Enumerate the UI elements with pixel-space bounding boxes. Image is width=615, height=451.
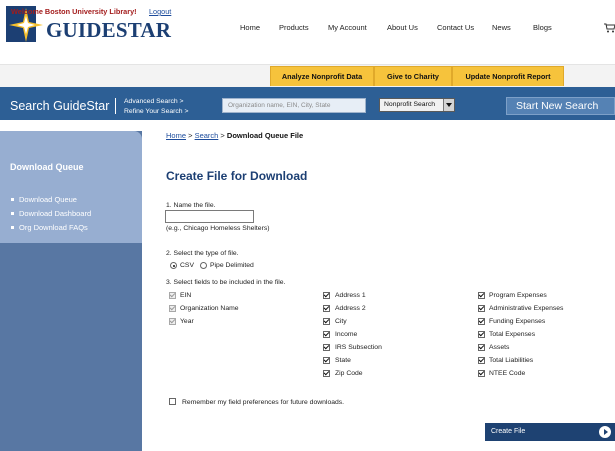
field-label: City	[335, 318, 347, 325]
remember-preferences-label: Remember my field preferences for future…	[182, 399, 345, 406]
nav-news[interactable]: News	[492, 23, 511, 32]
nav-home[interactable]: Home	[240, 23, 260, 32]
checkbox-ein	[169, 292, 176, 299]
field-label: Assets	[489, 344, 510, 351]
cart-icon[interactable]	[604, 23, 615, 33]
sidebar-item-label: Download Dashboard	[19, 209, 92, 218]
breadcrumb-current: Download Queue File	[226, 131, 304, 140]
tab-update-nonprofit-report[interactable]: Update Nonprofit Report	[452, 66, 564, 86]
search-type-value: Nonprofit Search	[384, 101, 436, 108]
step2-label: 2. Select the type of file.	[166, 250, 239, 257]
breadcrumb-search[interactable]: Search	[195, 131, 219, 140]
checkbox-city[interactable]	[323, 318, 330, 325]
sidebar-item-label: Org Download FAQs	[19, 223, 88, 232]
field-label: Income	[335, 331, 358, 338]
nav-my-account[interactable]: My Account	[328, 23, 367, 32]
field-label: Organization Name	[180, 305, 239, 312]
bullet-icon	[11, 225, 14, 229]
field-label: State	[335, 357, 351, 364]
tab-analyze-nonprofit-data[interactable]: Analyze Nonprofit Data	[270, 66, 374, 86]
search-title: Search GuideStar	[10, 99, 110, 113]
field-label: Address 2	[335, 305, 366, 312]
file-name-input[interactable]	[165, 210, 254, 223]
sidebar-spacer	[0, 120, 142, 131]
breadcrumb-home[interactable]: Home	[166, 131, 186, 140]
nav-blogs[interactable]: Blogs	[533, 23, 552, 32]
radio-pipe-delimited[interactable]	[200, 262, 207, 269]
radio-pipe-delimited-label: Pipe Delimited	[210, 262, 254, 269]
field-label: Funding Expenses	[489, 318, 546, 325]
nav-about-us[interactable]: About Us	[387, 23, 418, 32]
bullet-icon	[11, 197, 14, 201]
create-file-label: Create File	[491, 428, 526, 435]
field-label: Zip Code	[335, 370, 363, 377]
sidebar-item-download-queue[interactable]: Download Queue	[11, 195, 77, 204]
search-type-select[interactable]: Nonprofit Search	[379, 98, 455, 112]
checkbox-total-liabilities[interactable]	[478, 357, 485, 364]
checkbox-administrative-expenses[interactable]	[478, 305, 485, 312]
step1-label: 1. Name the file.	[166, 202, 216, 209]
checkbox-irs-subsection[interactable]	[323, 344, 330, 351]
field-label: Address 1	[335, 292, 366, 299]
search-divider	[115, 98, 116, 114]
checkbox-year	[169, 318, 176, 325]
field-label: Year	[180, 318, 194, 325]
bullet-icon	[11, 211, 14, 215]
checkbox-ntee-code[interactable]	[478, 370, 485, 377]
field-label: IRS Subsection	[335, 344, 382, 351]
checkbox-income[interactable]	[323, 331, 330, 338]
chevron-down-icon	[443, 99, 454, 111]
sidebar-item-org-download-faqs[interactable]: Org Download FAQs	[11, 223, 88, 232]
step3-label: 3. Select fields to be included in the f…	[166, 279, 286, 286]
checkbox-assets[interactable]	[478, 344, 485, 351]
top-nav: Home Products My Account About Us Contac…	[0, 23, 615, 35]
breadcrumb: Home > Search > Download Queue File	[166, 131, 303, 140]
checkbox-total-expenses[interactable]	[478, 331, 485, 338]
field-label: NTEE Code	[489, 370, 526, 377]
start-new-search-button[interactable]: Start New Search	[506, 97, 615, 115]
checkbox-address-2[interactable]	[323, 305, 330, 312]
field-label: Total Liabilities	[489, 357, 534, 364]
field-label: Program Expenses	[489, 292, 547, 299]
step1-hint: (e.g., Chicago Homeless Shelters)	[166, 225, 270, 232]
field-label: EIN	[180, 292, 192, 299]
radio-csv[interactable]	[170, 262, 177, 269]
nav-products[interactable]: Products	[279, 23, 309, 32]
field-label: Total Expenses	[489, 331, 536, 338]
sidebar-title: Download Queue	[10, 162, 84, 172]
field-label: Administrative Expenses	[489, 305, 564, 312]
checkbox-remember-preferences[interactable]	[169, 398, 176, 405]
page-title: Create File for Download	[166, 169, 308, 183]
refine-search-link[interactable]: Refine Your Search >	[124, 108, 188, 115]
radio-csv-label: CSV	[180, 262, 194, 269]
breadcrumb-separator: >	[186, 131, 195, 140]
checkbox-zip-code[interactable]	[323, 370, 330, 377]
welcome-message: Welcome Boston University Library!	[11, 7, 137, 16]
search-input[interactable]: Organization name, EIN, City, State	[222, 98, 366, 113]
sidebar-item-label: Download Queue	[19, 195, 77, 204]
breadcrumb-separator: >	[218, 131, 227, 140]
nav-contact-us[interactable]: Contact Us	[437, 23, 474, 32]
checkbox-program-expenses[interactable]	[478, 292, 485, 299]
tab-give-to-charity[interactable]: Give to Charity	[374, 66, 452, 86]
arrow-right-icon	[599, 426, 611, 438]
checkbox-organization-name	[169, 305, 176, 312]
checkbox-address-1[interactable]	[323, 292, 330, 299]
checkbox-funding-expenses[interactable]	[478, 318, 485, 325]
sidebar-item-download-dashboard[interactable]: Download Dashboard	[11, 209, 91, 218]
create-file-button[interactable]: Create File	[485, 423, 615, 441]
logout-link[interactable]: Logout	[149, 7, 171, 16]
advanced-search-link[interactable]: Advanced Search >	[124, 98, 184, 105]
checkbox-state[interactable]	[323, 357, 330, 364]
